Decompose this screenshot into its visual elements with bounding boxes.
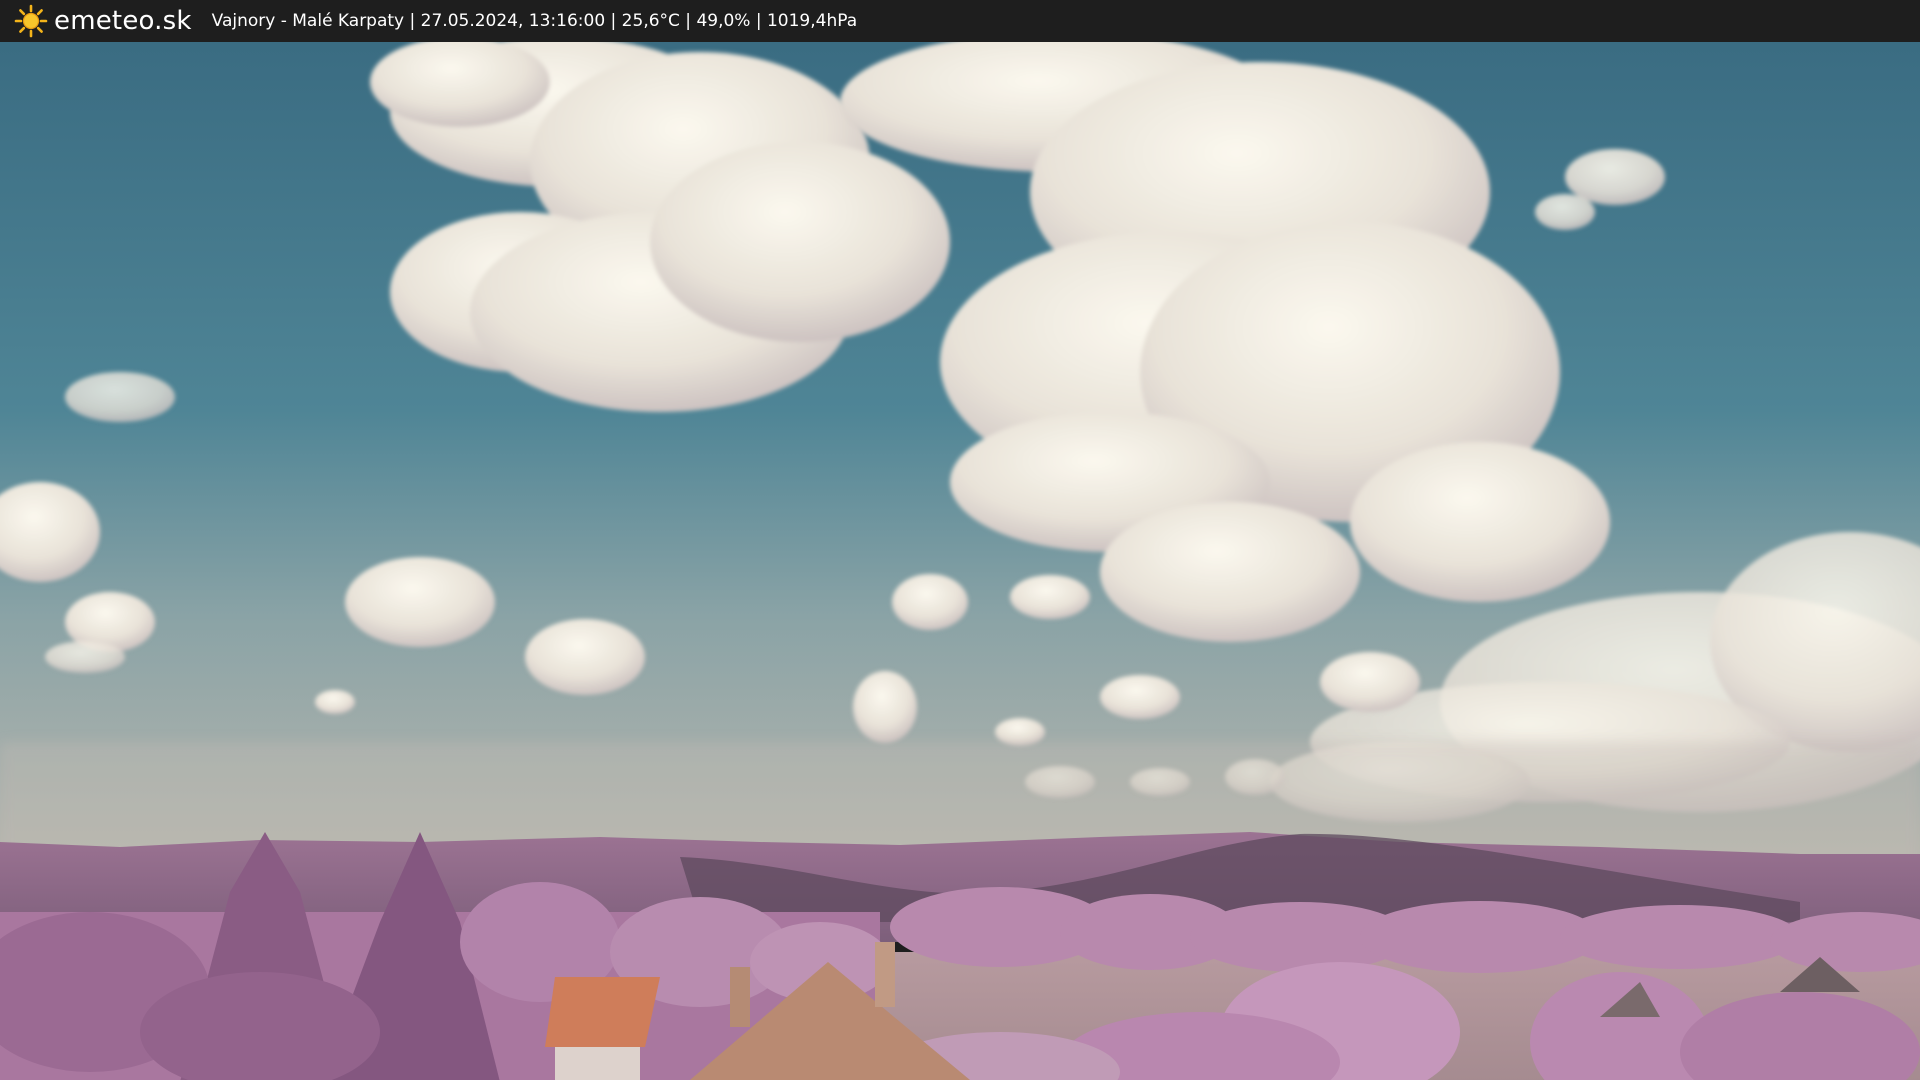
weather-caption: Vajnory - Malé Karpaty | 27.05.2024, 13:… bbox=[211, 11, 858, 31]
sun-icon bbox=[14, 4, 48, 38]
brand-name[interactable]: emeteo.sk bbox=[54, 0, 192, 42]
webcam-frame: emeteo.sk Vajnory - Malé Karpaty | 27.05… bbox=[0, 0, 1920, 1080]
top-bar: emeteo.sk Vajnory - Malé Karpaty | 27.05… bbox=[0, 0, 1920, 42]
webcam-image bbox=[0, 42, 1920, 1080]
